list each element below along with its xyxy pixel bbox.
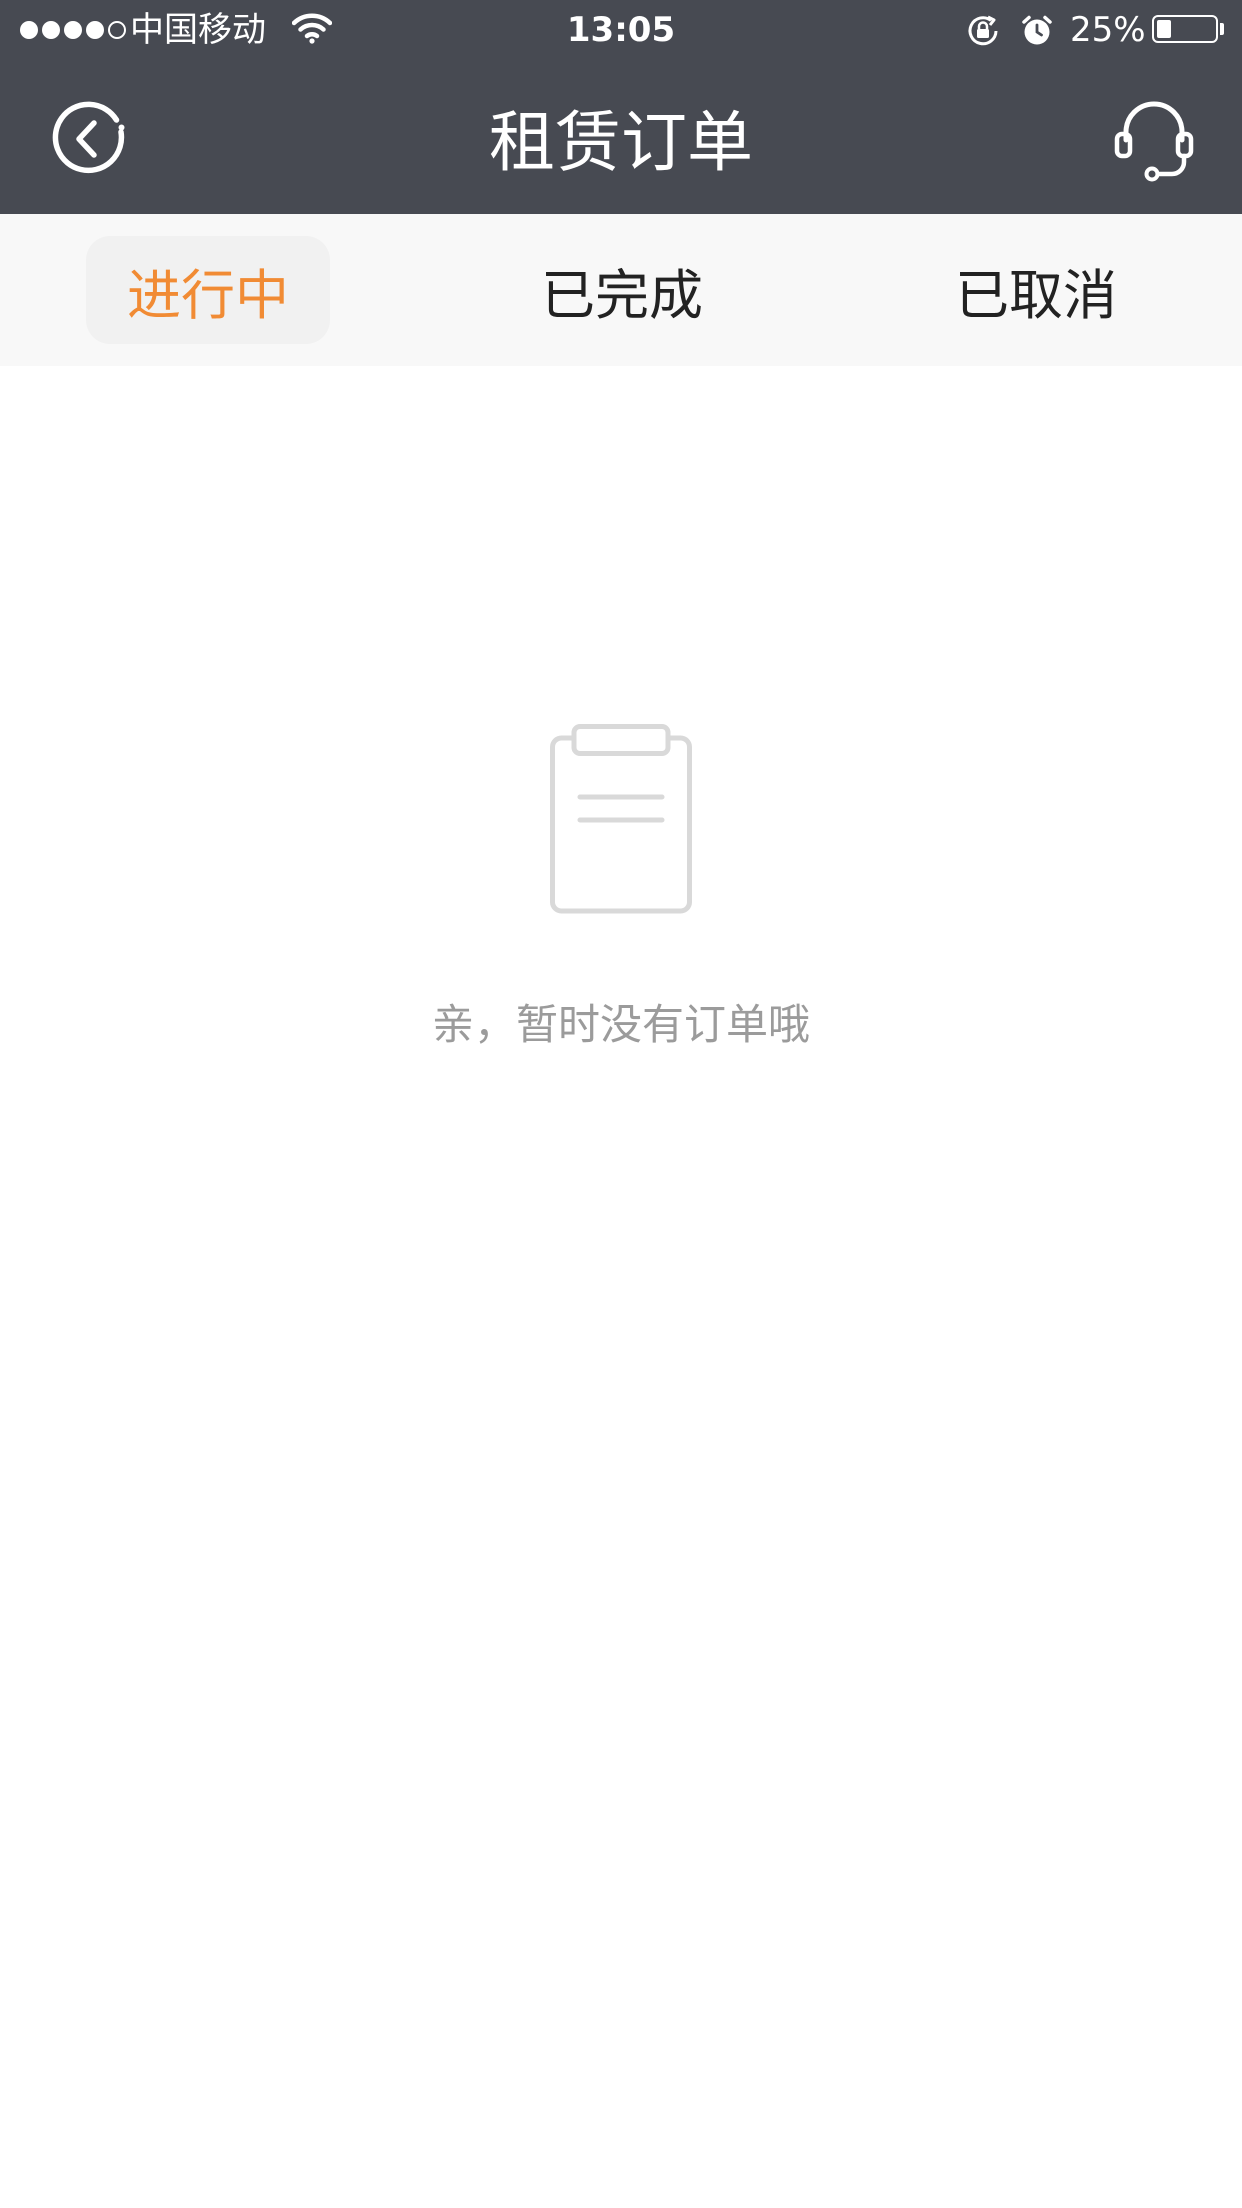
customer-service-button[interactable]: [1108, 94, 1200, 186]
status-bar: 中国移动 13:05 25%: [0, 0, 1242, 60]
tab-in-progress[interactable]: 进行中: [86, 236, 330, 344]
battery-icon: [1152, 15, 1218, 43]
navigation-bar: 租赁订单: [0, 60, 1242, 214]
clock-time: 13:05: [566, 10, 676, 50]
rotation-lock-icon: [966, 14, 1002, 52]
headset-icon: [1114, 101, 1194, 182]
clipboard-icon: [550, 724, 692, 914]
tab-completed[interactable]: 已完成: [500, 236, 744, 344]
battery-level-fill: [1157, 20, 1171, 38]
battery-percent: 25%: [1070, 10, 1146, 50]
empty-state: 亲，暂时没有订单哦: [0, 366, 1242, 2208]
alarm-clock-icon: [1020, 14, 1054, 52]
tab-cancelled[interactable]: 已取消: [914, 236, 1158, 344]
page-title: 租赁订单: [489, 104, 753, 181]
battery-tip: [1220, 23, 1224, 35]
empty-message: 亲，暂时没有订单哦: [431, 1000, 810, 1049]
order-status-tabs: 进行中 已完成 已取消: [0, 214, 1242, 366]
